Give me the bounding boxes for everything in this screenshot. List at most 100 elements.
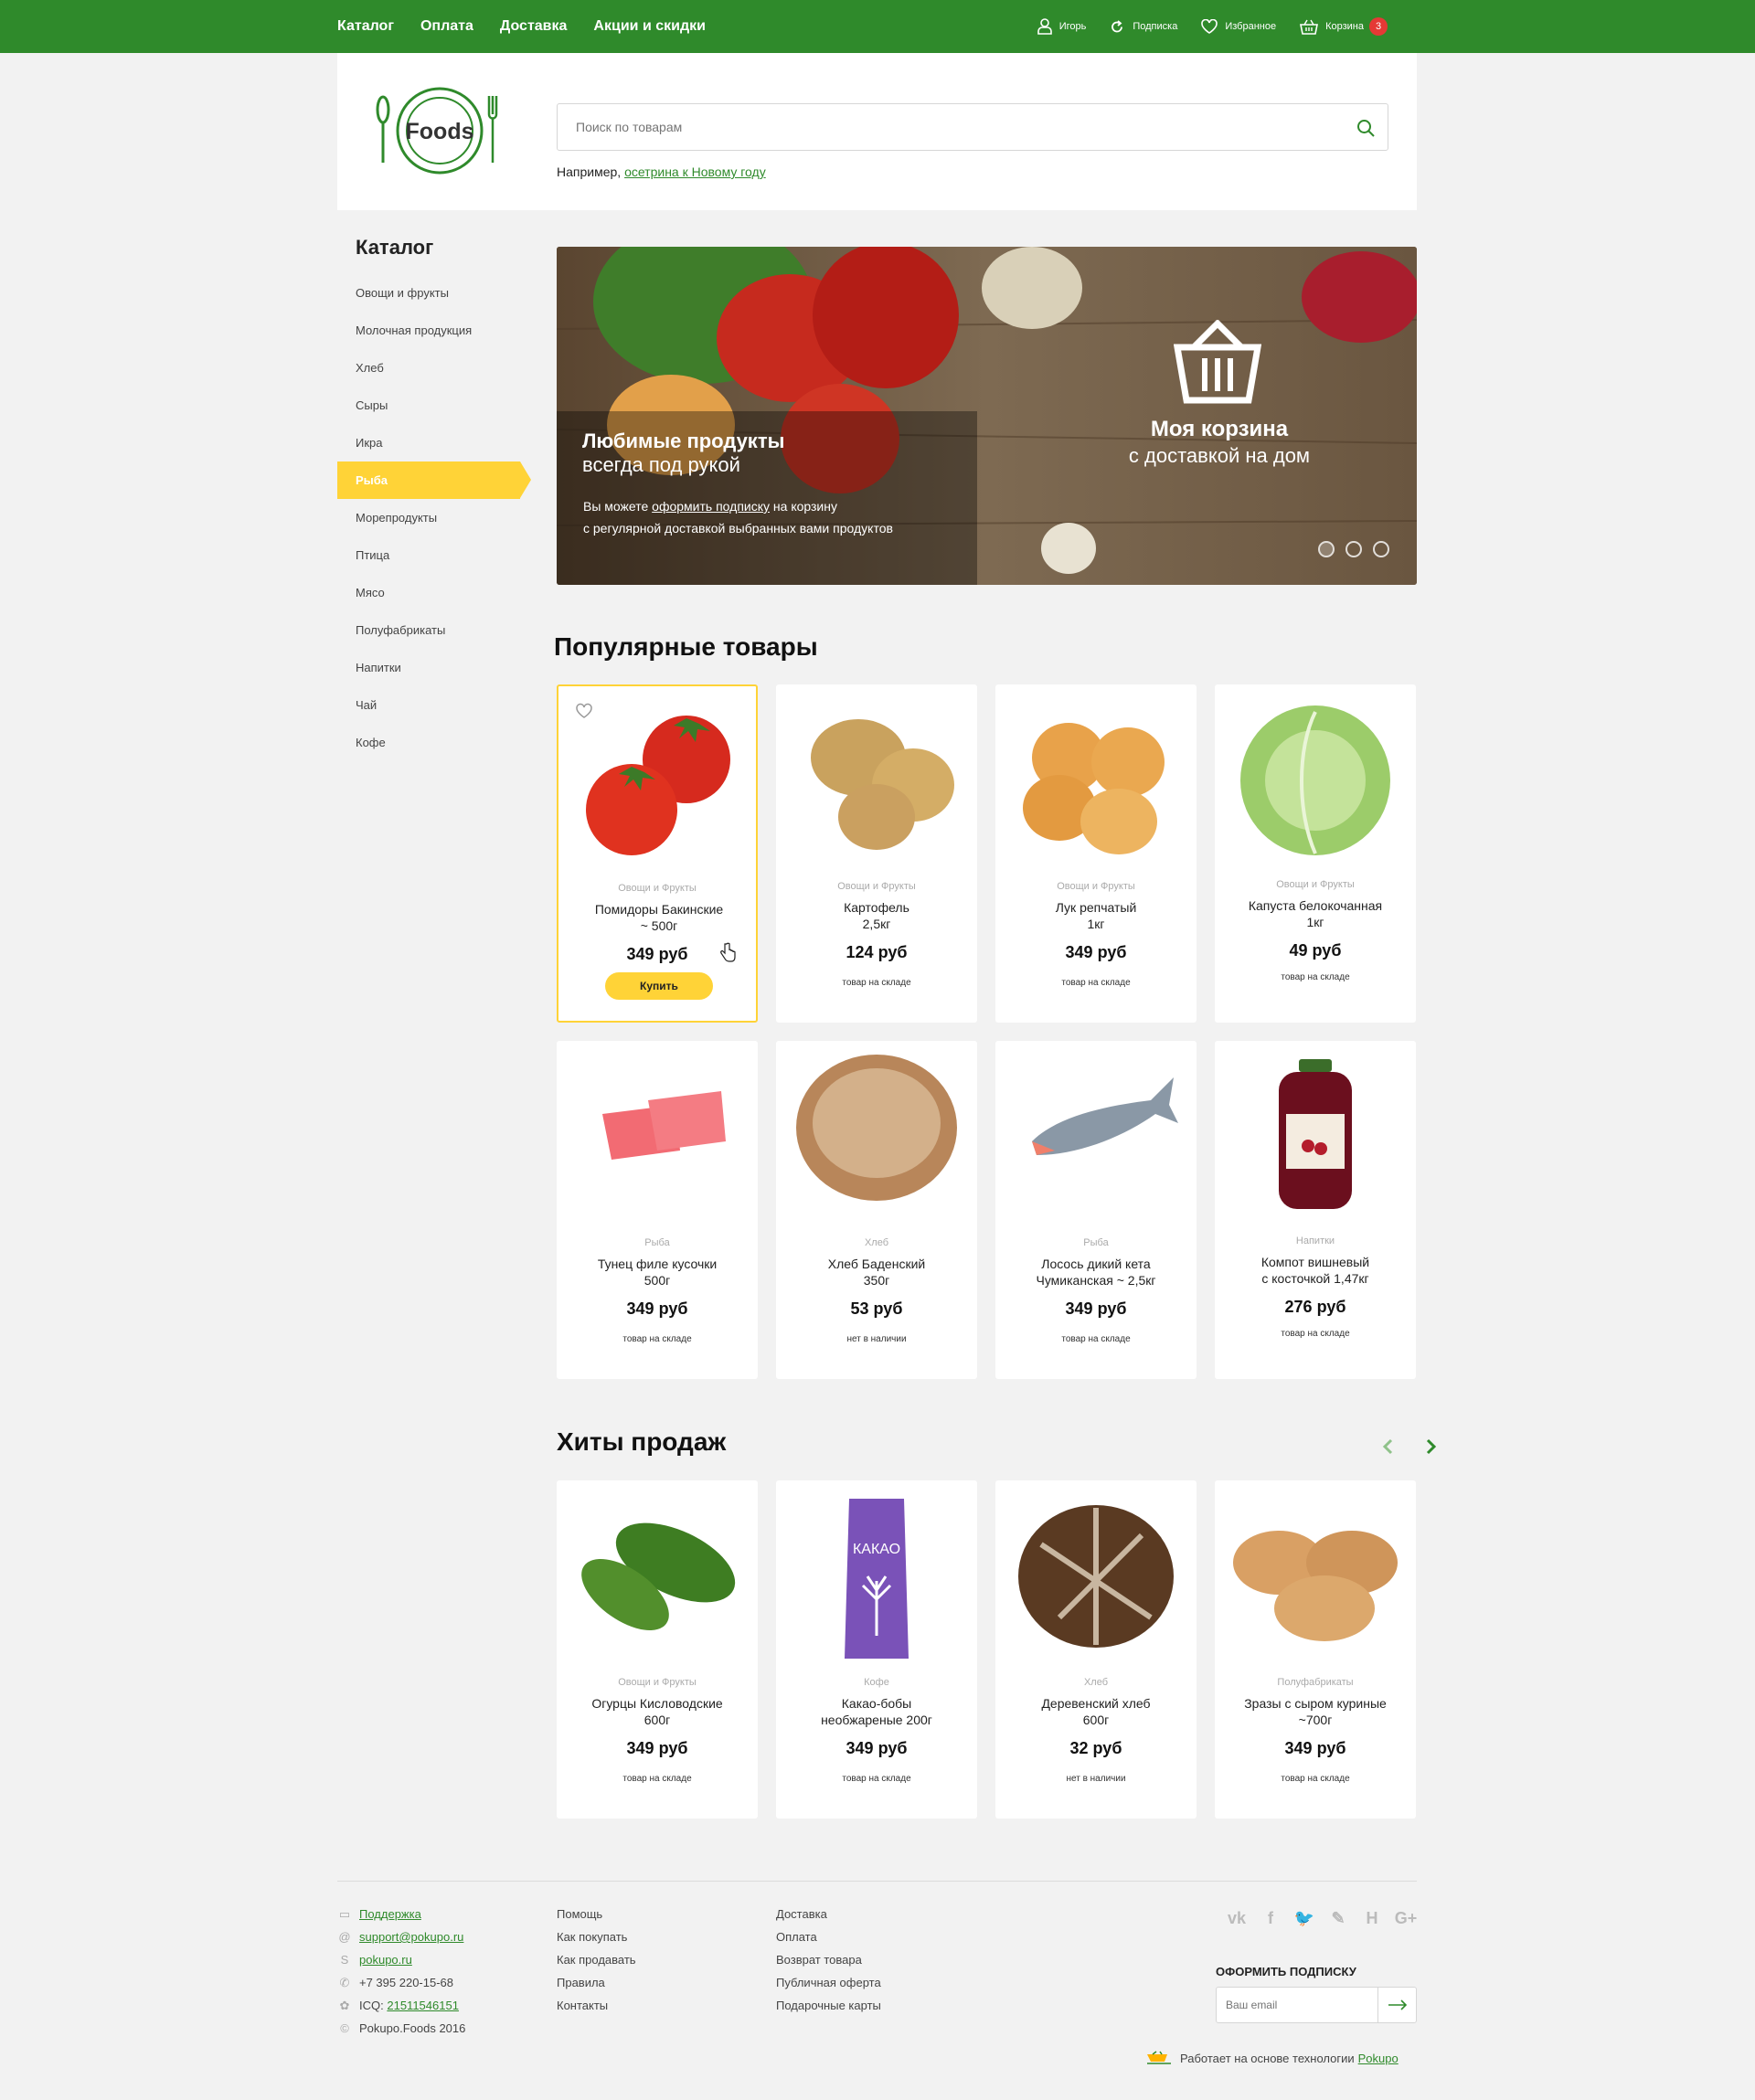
support-icon: ▭: [338, 1907, 351, 1921]
sidebar-item-fish[interactable]: Рыба: [337, 461, 531, 499]
sidebar-item-drinks[interactable]: Напитки: [337, 649, 531, 686]
nav-delivery[interactable]: Доставка: [500, 18, 568, 35]
promo-banner[interactable]: Любимые продукты всегда под рукой Вы мож…: [557, 247, 1417, 585]
footer-help-links: Помощь Как покупать Как продавать Правил…: [557, 1903, 636, 2017]
product-name[interactable]: Огурцы Кисловодские 600г: [566, 1695, 749, 1728]
footer-link-payment[interactable]: Оплата: [776, 1930, 817, 1944]
product-category: Кофе: [864, 1677, 889, 1688]
carousel-next-button[interactable]: [1418, 1433, 1445, 1460]
footer-link-help[interactable]: Помощь: [557, 1907, 602, 1921]
cocoa-pack-label: КАКАО: [853, 1542, 900, 1557]
product-name[interactable]: Компот вишневый с косточкой 1,47кг: [1224, 1254, 1407, 1287]
product-name[interactable]: Хлеб Баденский 350г: [785, 1256, 968, 1289]
user-name: Игорь: [1058, 21, 1087, 32]
slider-dot[interactable]: [1318, 541, 1335, 557]
product-card[interactable]: Овощи и Фрукты Огурцы Кисловодские 600г 3…: [557, 1480, 758, 1819]
stock-status: нет в наличии: [846, 1334, 907, 1344]
footer-link-rules[interactable]: Правила: [557, 1976, 605, 1989]
product-category: Овощи и Фрукты: [618, 883, 697, 894]
product-card[interactable]: Овощи и Фрукты Капуста белокочанная 1кг 4…: [1215, 684, 1416, 1023]
subscribe-email-input[interactable]: [1217, 1988, 1377, 2022]
favorites-link[interactable]: Избранное: [1201, 19, 1276, 34]
footer-info-links: Доставка Оплата Возврат товара Публичная…: [776, 1903, 881, 2017]
stock-status: товар на складе: [1281, 1329, 1350, 1339]
sidebar-item-vegetables[interactable]: Овощи и фрукты: [337, 274, 531, 312]
sidebar-item-tea[interactable]: Чай: [337, 686, 531, 724]
product-card[interactable]: Хлеб Деревенский хлеб 600г 32 руб нет в н…: [995, 1480, 1197, 1819]
product-image-jar: [1279, 1059, 1352, 1209]
product-name[interactable]: Лосось дикий кета Чумиканская ~ 2,5кг: [1005, 1256, 1187, 1289]
google-plus-icon[interactable]: G+: [1394, 1906, 1418, 1930]
nav-catalog[interactable]: Каталог: [337, 18, 394, 35]
cart-link[interactable]: Корзина 3: [1300, 17, 1388, 36]
subscription-link[interactable]: Подписка: [1110, 19, 1177, 35]
sidebar-item-meat[interactable]: Мясо: [337, 574, 531, 611]
footer-link-offer[interactable]: Публичная оферта: [776, 1976, 881, 1989]
product-card[interactable]: Овощи и Фрукты Лук репчатый 1кг 349 руб т…: [995, 684, 1197, 1023]
footer-link-how-to-sell[interactable]: Как продавать: [557, 1953, 636, 1967]
subscribe-submit-button[interactable]: [1377, 1988, 1416, 2022]
product-name[interactable]: Лук репчатый 1кг: [1005, 899, 1187, 932]
h-icon[interactable]: H: [1360, 1906, 1384, 1930]
footer-link-contacts[interactable]: Контакты: [557, 1999, 608, 2012]
twitter-icon[interactable]: 🐦: [1292, 1906, 1316, 1930]
product-name[interactable]: Какао-бобы необжареные 200г: [785, 1695, 968, 1728]
product-name-line2: 1кг: [1087, 917, 1105, 931]
sidebar-item-semi-finished[interactable]: Полуфабрикаты: [337, 611, 531, 649]
search-icon[interactable]: [1355, 117, 1377, 139]
sidebar-item-coffee[interactable]: Кофе: [337, 724, 531, 761]
user-account-link[interactable]: Игорь: [1037, 18, 1087, 35]
footer-link-returns[interactable]: Возврат товара: [776, 1953, 862, 1967]
product-card[interactable]: Рыба Лосось дикий кета Чумиканская ~ 2,5к…: [995, 1041, 1197, 1379]
product-card[interactable]: Овощи и Фрукты Помидоры Бакинские ~ 500г …: [557, 684, 758, 1023]
arrow-right-icon: [1388, 1999, 1407, 2010]
sidebar-item-poultry[interactable]: Птица: [337, 536, 531, 574]
footer-link-delivery[interactable]: Доставка: [776, 1907, 827, 1921]
product-image-dark-bread: [1018, 1505, 1174, 1648]
slider-dot[interactable]: [1346, 541, 1362, 557]
product-price: 49 руб: [1289, 941, 1342, 960]
cart-count-badge: 3: [1369, 17, 1388, 36]
product-card[interactable]: Напитки Компот вишневый с косточкой 1,47к…: [1215, 1041, 1416, 1379]
product-category: Овощи и Фрукты: [1057, 881, 1135, 892]
banner-subscribe-link[interactable]: оформить подписку: [652, 499, 770, 514]
product-name[interactable]: Деревенский хлеб 600г: [1005, 1695, 1187, 1728]
powered-link[interactable]: Pokupo: [1358, 2052, 1399, 2065]
product-card[interactable]: Хлеб Хлеб Баденский 350г 53 руб нет в нал…: [776, 1041, 977, 1379]
banner-title: Любимые продукты: [582, 430, 785, 452]
nav-payment[interactable]: Оплата: [420, 18, 473, 35]
footer-link-gift-cards[interactable]: Подарочные карты: [776, 1999, 881, 2012]
product-name[interactable]: Помидоры Бакинские ~ 500г: [568, 901, 750, 934]
carousel-prev-button[interactable]: [1374, 1433, 1401, 1460]
foods-logo[interactable]: Foods: [376, 82, 504, 179]
product-card[interactable]: КАКАО Кофе Какао-бобы необжареные 200г 34…: [776, 1480, 977, 1819]
skype-link[interactable]: pokupo.ru: [359, 1948, 412, 1971]
product-card[interactable]: Рыба Тунец филе кусочки 500г 349 руб това…: [557, 1041, 758, 1379]
buy-button[interactable]: Купить: [605, 972, 713, 1000]
banner-text-line2: с регулярной доставкой выбранных вами пр…: [583, 521, 893, 536]
support-link[interactable]: Поддержка: [359, 1903, 421, 1925]
product-card[interactable]: Овощи и Фрукты Картофель 2,5кг 124 руб то…: [776, 684, 977, 1023]
sidebar-item-caviar[interactable]: Икра: [337, 424, 531, 461]
nav-promotions[interactable]: Акции и скидки: [593, 18, 706, 35]
search-input[interactable]: [558, 104, 1325, 150]
product-name[interactable]: Зразы с сыром куриные ~700г: [1224, 1695, 1407, 1728]
footer-link-how-to-buy[interactable]: Как покупать: [557, 1930, 627, 1944]
vk-icon[interactable]: vk: [1225, 1906, 1249, 1930]
odnoklassniki-icon[interactable]: ✎: [1326, 1906, 1350, 1930]
email-link[interactable]: support@pokupo.ru: [359, 1925, 463, 1948]
product-name[interactable]: Тунец филе кусочки 500г: [566, 1256, 749, 1289]
product-name[interactable]: Капуста белокочанная 1кг: [1224, 897, 1407, 930]
product-card[interactable]: Полуфабрикаты Зразы с сыром куриные ~700г…: [1215, 1480, 1416, 1819]
product-price: 349 руб: [846, 1739, 908, 1757]
product-name-line2: 600г: [644, 1713, 671, 1727]
icq-link[interactable]: 21511546151: [387, 1994, 459, 2017]
sidebar-item-dairy[interactable]: Молочная продукция: [337, 312, 531, 349]
product-name[interactable]: Картофель 2,5кг: [785, 899, 968, 932]
slider-dot[interactable]: [1373, 541, 1389, 557]
facebook-icon[interactable]: f: [1259, 1906, 1282, 1930]
sidebar-item-bread[interactable]: Хлеб: [337, 349, 531, 387]
sidebar-item-cheese[interactable]: Сыры: [337, 387, 531, 424]
search-example-link[interactable]: осетрина к Новому году: [624, 164, 766, 179]
sidebar-item-seafood[interactable]: Морепродукты: [337, 499, 531, 536]
